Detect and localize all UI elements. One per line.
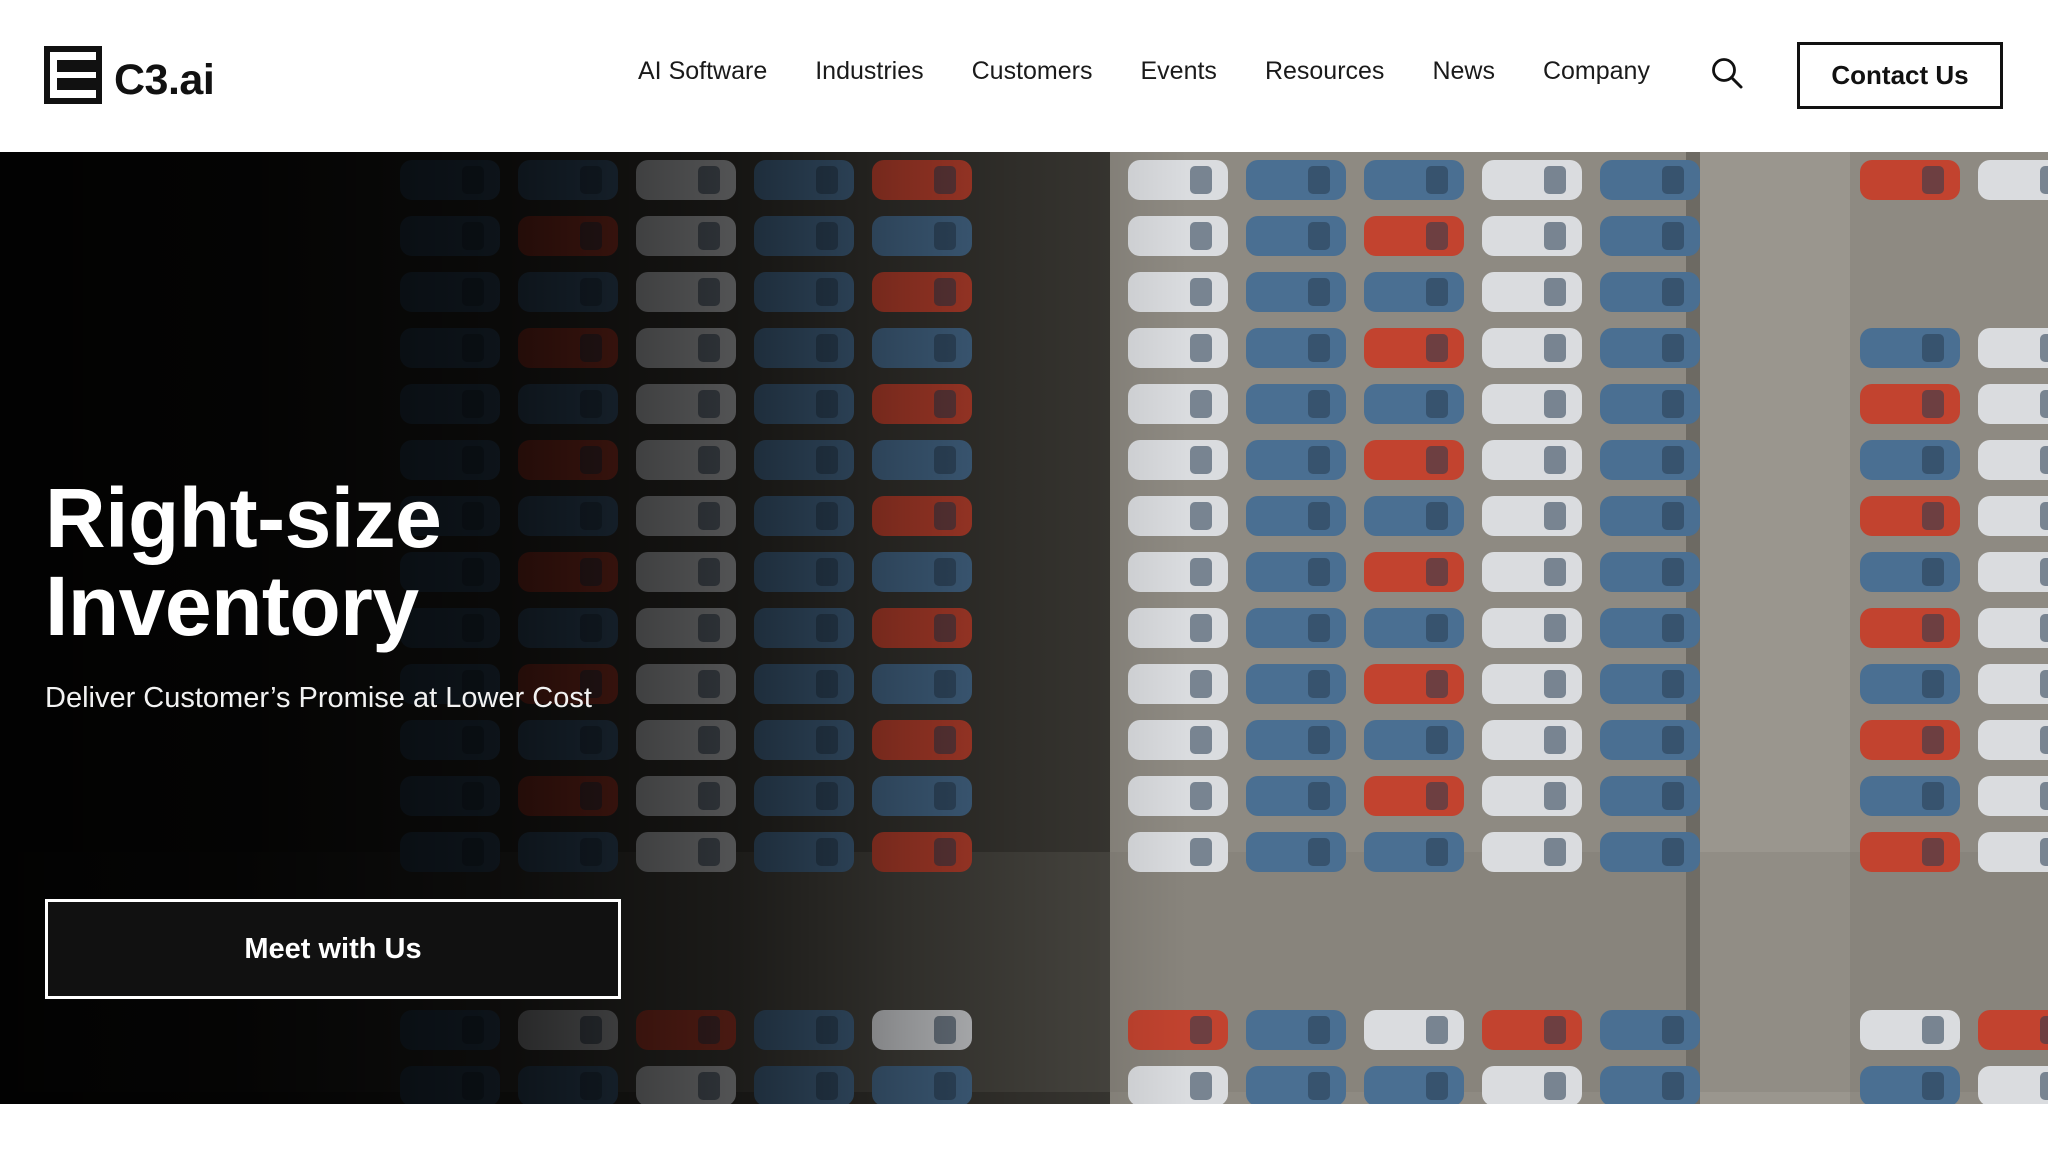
contact-us-button[interactable]: Contact Us [1797, 42, 2003, 109]
logo-text: C3.ai [114, 56, 215, 104]
nav-item-customers[interactable]: Customers [972, 57, 1093, 86]
nav-item-company[interactable]: Company [1543, 57, 1650, 86]
nav-item-news[interactable]: News [1432, 57, 1495, 86]
hero-title-line-2: Inventory [45, 559, 419, 653]
c3ai-logo-mark-icon [44, 46, 102, 104]
c3ai-logo[interactable]: C3.ai [44, 40, 215, 104]
site-header: C3.ai AI Software Industries Customers E… [0, 0, 2048, 152]
main-nav: AI Software Industries Customers Events … [638, 50, 1650, 92]
nav-item-ai-software[interactable]: AI Software [638, 57, 767, 86]
nav-item-industries[interactable]: Industries [815, 57, 923, 86]
below-hero-strip [0, 1104, 2048, 1152]
hero-section: Right-size Inventory Deliver Customer’s … [0, 152, 2048, 1104]
hero-subtitle: Deliver Customer’s Promise at Lower Cost [45, 682, 592, 714]
hero-title-line-1: Right-size [45, 471, 442, 565]
meet-with-us-button[interactable]: Meet with Us [45, 899, 621, 999]
search-icon[interactable] [1710, 56, 1744, 90]
hero-title: Right-size Inventory [45, 474, 745, 650]
nav-item-resources[interactable]: Resources [1265, 57, 1385, 86]
nav-item-events[interactable]: Events [1141, 57, 1217, 86]
